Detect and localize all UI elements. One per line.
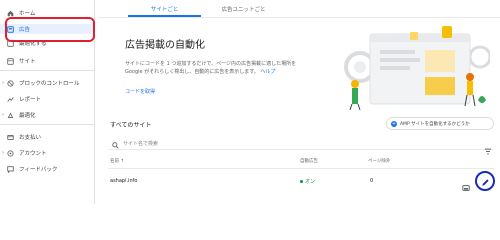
chevron-right-icon: › xyxy=(2,80,4,86)
home-icon xyxy=(7,10,14,17)
table-cell-auto-ads: オン xyxy=(300,178,315,185)
search-input[interactable]: サイト名で検索 xyxy=(123,140,158,147)
edit-button[interactable] xyxy=(475,171,495,191)
all-sites-heading: すべてのサイト xyxy=(110,122,152,129)
table-header-divider xyxy=(108,168,494,169)
tab-by-ad-unit[interactable]: 広告ユニットごと xyxy=(201,0,286,17)
sidebar-item-account[interactable]: › アカウント xyxy=(0,148,95,158)
sidebar: ホーム 広告 最適化する サイト › ブロックのコントロール レポート › 最適… xyxy=(0,0,95,204)
auto-ads-status: オン xyxy=(305,179,316,185)
sidebar-item-label: 最適化 xyxy=(19,113,36,119)
sidebar-item-label: フィードバック xyxy=(19,167,58,173)
sidebar-item-label: レポート xyxy=(19,97,42,103)
sidebar-item-payments[interactable]: お支払い xyxy=(0,132,95,142)
sites-icon xyxy=(7,57,14,65)
feedback-icon xyxy=(7,165,14,173)
sidebar-item-reports[interactable]: レポート xyxy=(0,94,95,104)
hero-illustration xyxy=(344,26,490,111)
preview-icon[interactable] xyxy=(462,177,470,196)
hero-description: サイトにコードを 1 つ追加するだけで、ページ内の広告掲載に適した場所を Goo… xyxy=(125,60,305,76)
column-header-page-exclusions: ページ除外 xyxy=(368,159,391,164)
amp-auto-ads-button[interactable]: + AMP サイトを自動化するかどうか xyxy=(386,117,494,130)
help-link[interactable]: ヘルプ xyxy=(260,69,275,75)
sidebar-divider xyxy=(0,70,95,71)
table-cell-page-exclusions: 0 xyxy=(370,178,374,184)
sidebar-item-label: お支払い xyxy=(19,135,42,141)
sidebar-item-block-controls[interactable]: › ブロックのコントロール xyxy=(0,78,95,88)
chevron-right-icon: › xyxy=(2,150,4,156)
optimization-icon xyxy=(7,111,14,119)
tab-divider xyxy=(98,17,500,18)
site-search-bar[interactable]: サイト名で検索 xyxy=(108,138,494,155)
page-title: 広告掲載の自動化 xyxy=(125,40,205,51)
sidebar-divider xyxy=(0,124,95,125)
get-code-link[interactable]: コードを取得 xyxy=(125,88,155,95)
pencil-icon xyxy=(481,172,490,191)
sidebar-item-feedback[interactable]: フィードバック xyxy=(0,164,95,174)
sidebar-item-optimization[interactable]: › 最適化 xyxy=(0,110,95,120)
search-icon xyxy=(112,134,119,153)
table-cell-site: ashapi.info xyxy=(110,178,138,184)
amp-button-label: AMP サイトを自動化するかどうか xyxy=(400,121,470,127)
highlight-annotation xyxy=(5,17,95,42)
sidebar-item-label: サイト xyxy=(19,59,36,65)
filter-icon[interactable] xyxy=(484,140,492,159)
block-icon xyxy=(7,79,14,87)
sidebar-item-label: アカウント xyxy=(19,151,47,157)
column-header-auto-ads: 自動広告 xyxy=(300,159,318,164)
chevron-right-icon: › xyxy=(2,112,4,118)
account-icon xyxy=(7,149,14,157)
payments-icon xyxy=(7,134,14,141)
sidebar-item-label: ホーム xyxy=(19,11,36,17)
sidebar-item-sites[interactable]: サイト xyxy=(0,56,95,66)
report-icon xyxy=(7,96,14,103)
sidebar-item-label: ブロックのコントロール xyxy=(19,81,80,87)
column-header-site[interactable]: 名前 ↑ xyxy=(110,158,124,164)
plus-icon: + xyxy=(391,120,397,127)
status-on-dot xyxy=(300,180,303,183)
